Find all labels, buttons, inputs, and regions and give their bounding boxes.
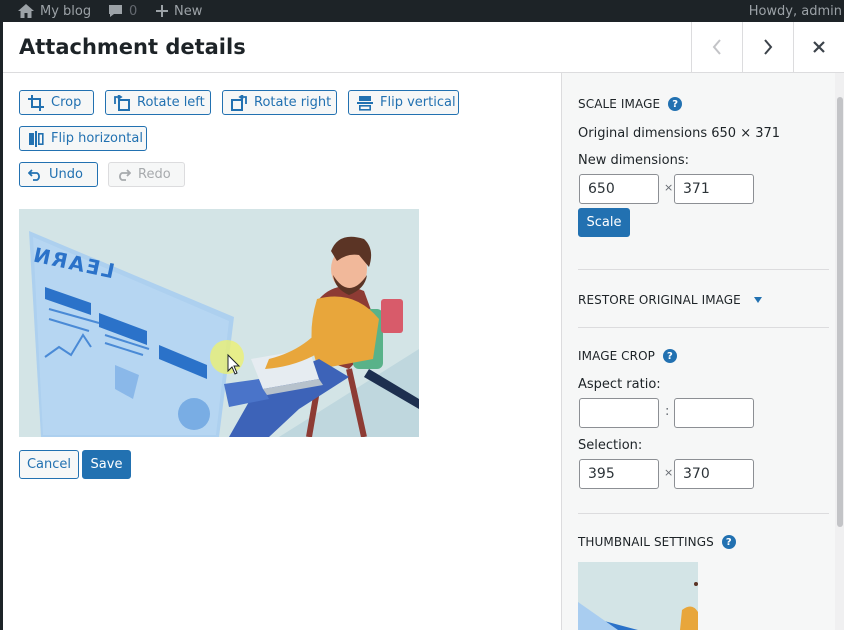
- caret-down-icon: [753, 297, 762, 303]
- comment-icon: [109, 5, 122, 17]
- restore-original-title: Restore original image: [578, 293, 741, 307]
- cancel-label: Cancel: [26, 457, 72, 472]
- scale-button[interactable]: Scale: [578, 208, 630, 237]
- rotate-left-icon: [114, 94, 130, 111]
- times-separator: ×: [664, 466, 674, 479]
- divider: [578, 327, 829, 328]
- scale-image-title: Scale Image: [578, 97, 661, 111]
- site-name: My blog: [40, 3, 92, 19]
- flip-horizontal-button[interactable]: Flip horizontal: [19, 126, 147, 151]
- admin-bar-comments[interactable]: 0: [108, 0, 137, 22]
- modal-title: Attachment details: [19, 35, 246, 59]
- original-dimensions: Original dimensions 650 × 371: [578, 126, 781, 141]
- selection-label: Selection:: [578, 438, 643, 453]
- image-crop-heading: Image Crop ?: [578, 349, 677, 363]
- preview-illustration: LEARN: [19, 209, 419, 437]
- new-label: New: [174, 3, 203, 19]
- divider: [578, 269, 829, 270]
- cancel-button[interactable]: Cancel: [19, 450, 79, 479]
- close-icon: [813, 41, 825, 53]
- attachment-details-modal: Attachment details Crop Rotate left Rota…: [3, 22, 844, 630]
- chevron-right-icon: [764, 39, 773, 55]
- scale-width-input[interactable]: 650: [579, 174, 659, 204]
- admin-bar-site[interactable]: My blog: [18, 0, 91, 22]
- rotate-left-label: Rotate left: [137, 95, 205, 110]
- image-edit-sidebar: Scale Image ? Original dimensions 650 × …: [561, 73, 844, 630]
- redo-button[interactable]: Redo: [108, 162, 185, 187]
- close-button[interactable]: [793, 22, 844, 72]
- admin-bar-account[interactable]: Howdy, admin: [749, 0, 842, 22]
- thumbnail-settings-title: Thumbnail Settings: [578, 535, 714, 549]
- rotate-left-button[interactable]: Rotate left: [105, 90, 211, 115]
- scale-button-label: Scale: [586, 215, 622, 230]
- comments-count: 0: [129, 3, 138, 19]
- scale-height-input[interactable]: 371: [674, 174, 754, 204]
- next-button[interactable]: [742, 22, 793, 72]
- undo-label: Undo: [49, 167, 83, 182]
- rotate-right-button[interactable]: Rotate right: [222, 90, 337, 115]
- thumbnail-settings-heading: Thumbnail Settings ?: [578, 535, 736, 549]
- admin-bar: My blog 0 New Howdy, admin: [0, 0, 844, 22]
- colon-separator: :: [665, 404, 670, 419]
- restore-original-toggle[interactable]: Restore original image: [578, 293, 763, 307]
- flip-vertical-button[interactable]: Flip vertical: [348, 90, 459, 115]
- admin-bar-new[interactable]: New: [156, 0, 202, 22]
- rotate-right-label: Rotate right: [254, 95, 332, 110]
- times-separator: ×: [664, 181, 674, 194]
- modal-header: Attachment details: [3, 22, 844, 73]
- plus-icon: [156, 5, 168, 17]
- flip-vertical-icon: [357, 95, 373, 111]
- help-icon[interactable]: ?: [668, 97, 683, 111]
- crop-label: Crop: [51, 95, 82, 110]
- flip-horizontal-label: Flip horizontal: [51, 131, 143, 146]
- image-preview[interactable]: LEARN: [19, 209, 419, 437]
- howdy-text: Howdy, admin: [748, 3, 842, 19]
- aspect-width-input[interactable]: [579, 398, 659, 428]
- scale-image-heading: Scale Image ?: [578, 97, 683, 111]
- new-dimensions-label: New dimensions:: [578, 153, 689, 168]
- previous-button[interactable]: [691, 22, 742, 72]
- aspect-ratio-label: Aspect ratio:: [578, 377, 661, 392]
- redo-icon: [119, 168, 131, 181]
- save-button[interactable]: Save: [82, 450, 131, 479]
- sidebar-scrollbar-thumb[interactable]: [837, 97, 843, 527]
- selection-height-input[interactable]: 370: [674, 459, 754, 489]
- redo-label: Redo: [138, 167, 171, 182]
- thumbnail-illustration: [578, 562, 698, 630]
- crop-icon: [28, 94, 44, 111]
- selection-width-input[interactable]: 395: [579, 459, 659, 489]
- flip-horizontal-icon: [29, 130, 44, 147]
- save-label: Save: [90, 457, 123, 472]
- help-icon[interactable]: ?: [662, 349, 677, 363]
- flip-vertical-label: Flip vertical: [380, 95, 456, 110]
- undo-button[interactable]: Undo: [19, 162, 98, 187]
- aspect-height-input[interactable]: [674, 398, 754, 428]
- chevron-left-icon: [712, 39, 721, 55]
- divider: [578, 513, 829, 514]
- undo-icon: [28, 168, 40, 181]
- image-crop-title: Image Crop: [578, 349, 655, 363]
- help-icon[interactable]: ?: [721, 535, 736, 549]
- crop-button[interactable]: Crop: [19, 90, 94, 115]
- rotate-right-icon: [231, 94, 247, 111]
- thumbnail-preview: [578, 562, 698, 630]
- home-icon: [18, 4, 34, 18]
